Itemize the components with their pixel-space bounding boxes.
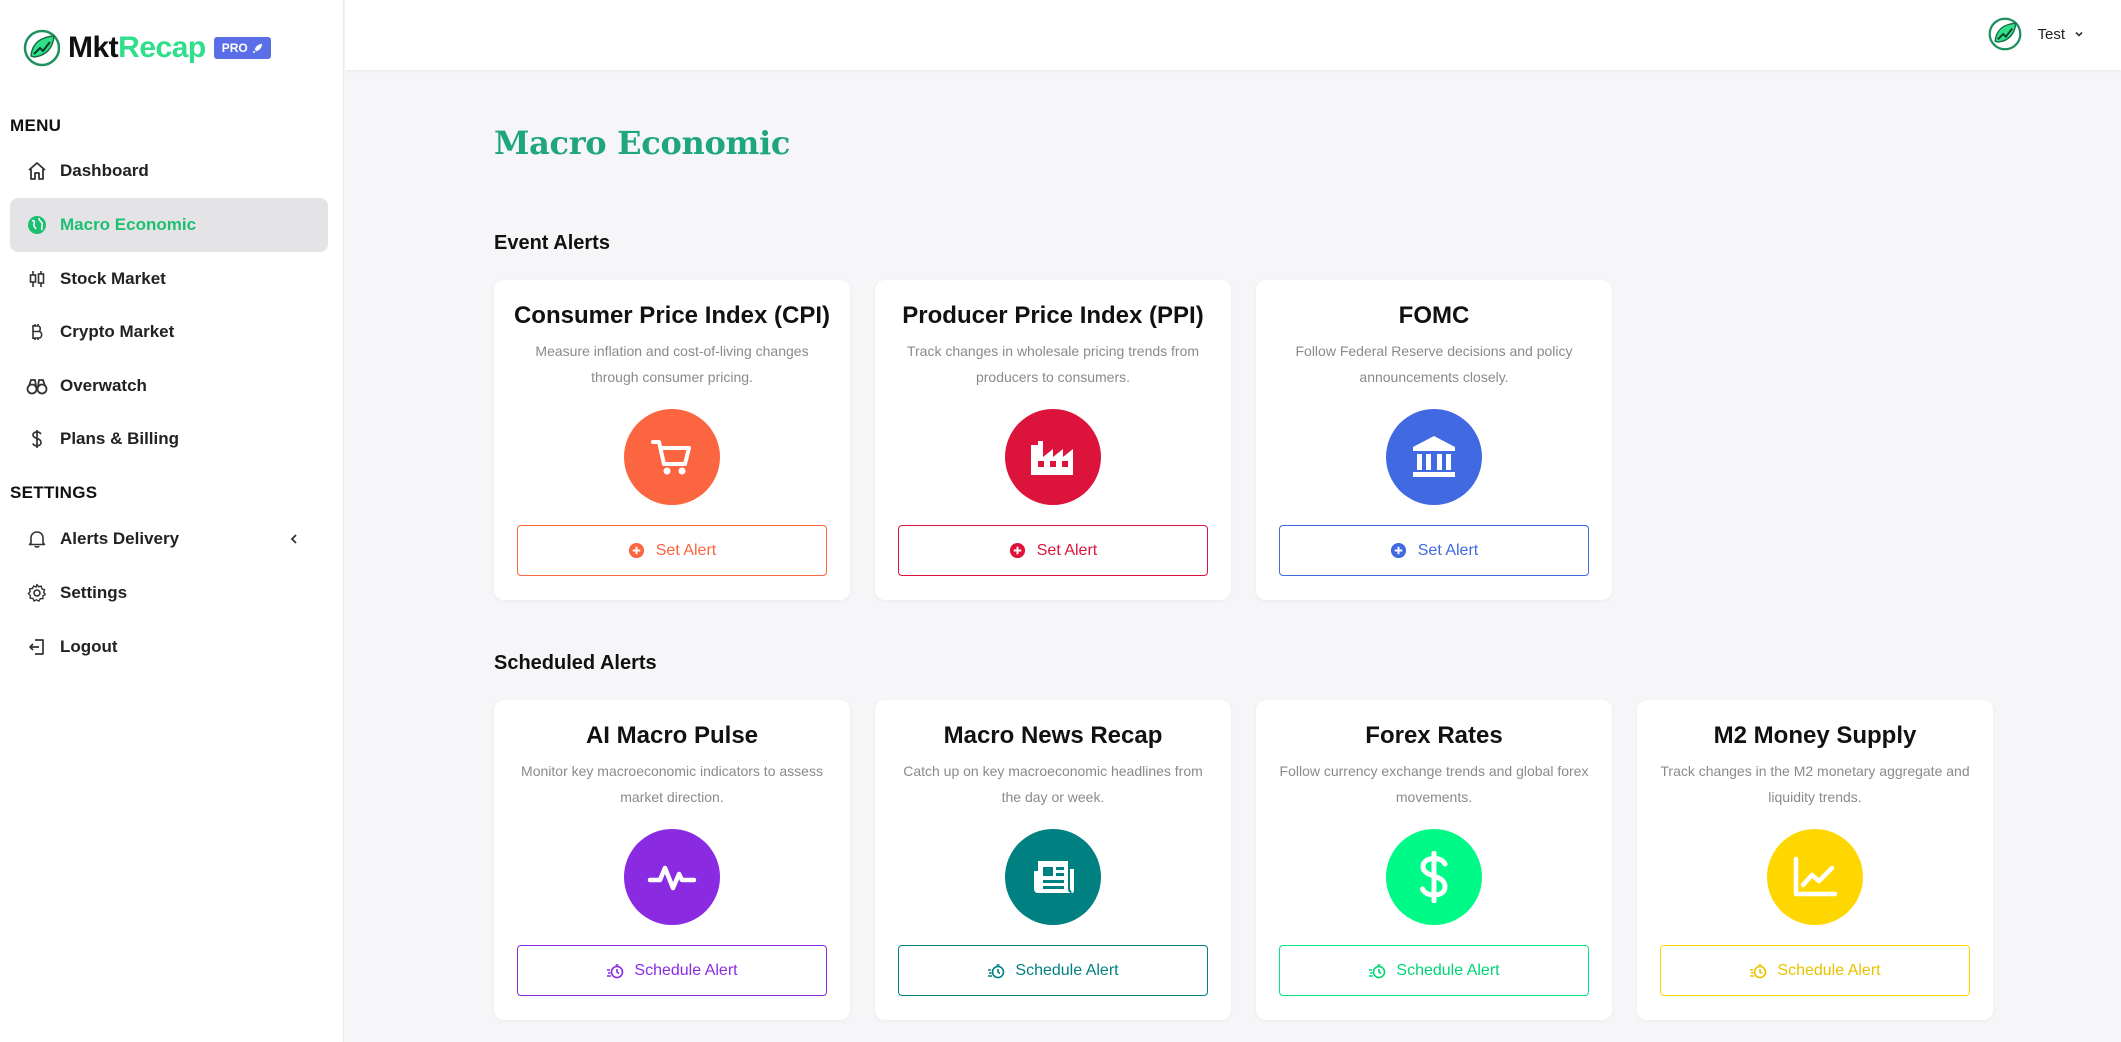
- sidebar-item-logout[interactable]: Logout: [10, 620, 328, 674]
- newspaper-icon: [1005, 829, 1101, 925]
- card-title: Producer Price Index (PPI): [902, 302, 1204, 329]
- cart-icon: [624, 409, 720, 505]
- card-description: Track changes in the M2 monetary aggrega…: [1660, 763, 1970, 805]
- fomc-card: FOMC Follow Federal Reserve decisions an…: [1256, 280, 1612, 600]
- app-logo[interactable]: MktRecap PRO: [22, 26, 271, 70]
- candlestick-icon: [26, 268, 48, 290]
- card-description: Track changes in wholesale pricing trend…: [906, 343, 1200, 385]
- stopwatch-icon: [1368, 962, 1386, 980]
- logout-icon: [26, 636, 48, 658]
- menu-section-label: MENU: [10, 116, 62, 135]
- forex-rates-card: Forex Rates Follow currency exchange tre…: [1256, 700, 1612, 1020]
- user-menu[interactable]: Test: [1987, 14, 2085, 54]
- pulse-icon: [624, 829, 720, 925]
- sidebar-item-dashboard[interactable]: Dashboard: [10, 144, 328, 198]
- card-description: Follow currency exchange trends and glob…: [1279, 763, 1589, 805]
- topbar: Test: [345, 0, 2121, 70]
- sidebar-item-settings[interactable]: Settings: [10, 566, 328, 620]
- gear-icon: [26, 582, 48, 604]
- settings-section-label: SETTINGS: [10, 483, 98, 502]
- ai-macro-pulse-schedule-alert-button[interactable]: Schedule Alert: [517, 945, 827, 996]
- card-title: Macro News Recap: [943, 722, 1163, 749]
- plus-circle-icon: [628, 542, 646, 560]
- card-title: FOMC: [1398, 302, 1470, 329]
- bell-icon: [26, 528, 48, 550]
- stopwatch-icon: [606, 962, 624, 980]
- logo-text: MktRecap: [68, 31, 206, 64]
- fomc-set-alert-button[interactable]: Set Alert: [1279, 525, 1589, 576]
- sidebar-item-plans-billing[interactable]: Plans & Billing: [10, 412, 328, 466]
- user-name: Test: [2037, 25, 2065, 43]
- cpi-card: Consumer Price Index (CPI) Measure infla…: [494, 280, 850, 600]
- pro-badge: PRO: [213, 37, 271, 59]
- home-icon: [26, 160, 48, 182]
- m2-money-supply-card: M2 Money Supply Track changes in the M2 …: [1637, 700, 1993, 1020]
- sidebar-item-stock-market[interactable]: Stock Market: [10, 252, 328, 306]
- card-description: Monitor key macroeconomic indicators to …: [521, 763, 823, 805]
- card-title: M2 Money Supply: [1713, 722, 1917, 749]
- card-title: Consumer Price Index (CPI): [513, 302, 831, 329]
- card-description: Catch up on key macroeconomic headlines …: [903, 763, 1203, 805]
- forex-rates-schedule-alert-button[interactable]: Schedule Alert: [1279, 945, 1589, 996]
- sidebar-item-crypto-market[interactable]: Crypto Market: [10, 305, 328, 359]
- card-title: AI Macro Pulse: [585, 722, 759, 749]
- stopwatch-icon: [1749, 962, 1767, 980]
- plus-circle-icon: [1009, 542, 1027, 560]
- factory-icon: [1005, 409, 1101, 505]
- sidebar-item-alerts-delivery[interactable]: Alerts Delivery: [10, 512, 328, 566]
- ai-macro-pulse-card: AI Macro Pulse Monitor key macroeconomic…: [494, 700, 850, 1020]
- binoculars-icon: [26, 375, 48, 397]
- chevron-left-icon[interactable]: [284, 529, 304, 549]
- avatar: [1989, 17, 2022, 51]
- page-title: Macro Economic: [494, 124, 791, 162]
- chevron-down-icon: [2075, 31, 2083, 37]
- ppi-set-alert-button[interactable]: Set Alert: [898, 525, 1208, 576]
- scheduled-alerts-heading: Scheduled Alerts: [494, 652, 657, 674]
- cpi-set-alert-button[interactable]: Set Alert: [517, 525, 827, 576]
- logo-leaf-icon: [23, 29, 61, 67]
- card-description: Measure inflation and cost-of-living cha…: [535, 343, 809, 385]
- dollar-icon: [1386, 829, 1482, 925]
- macro-news-recap-card: Macro News Recap Catch up on key macroec…: [875, 700, 1231, 1020]
- card-title: Forex Rates: [1365, 722, 1503, 749]
- plus-circle-icon: [1390, 542, 1408, 560]
- bank-icon: [1386, 409, 1482, 505]
- rocket-icon: [252, 43, 262, 53]
- sidebar-item-macro-economic[interactable]: Macro Economic: [10, 198, 328, 252]
- sidebar: MktRecap PRO MENU Dashboard Macro Econom…: [0, 0, 344, 1042]
- ppi-card: Producer Price Index (PPI) Track changes…: [875, 280, 1231, 600]
- globe-icon: [26, 214, 48, 236]
- m2-money-supply-schedule-alert-button[interactable]: Schedule Alert: [1660, 945, 1970, 996]
- event-alerts-heading: Event Alerts: [494, 232, 610, 254]
- sidebar-item-overwatch[interactable]: Overwatch: [10, 359, 328, 413]
- macro-news-recap-schedule-alert-button[interactable]: Schedule Alert: [898, 945, 1208, 996]
- bitcoin-icon: [26, 321, 48, 343]
- dollar-icon: [26, 428, 48, 450]
- card-description: Follow Federal Reserve decisions and pol…: [1295, 343, 1573, 385]
- stopwatch-icon: [987, 962, 1005, 980]
- chart-line-icon: [1767, 829, 1863, 925]
